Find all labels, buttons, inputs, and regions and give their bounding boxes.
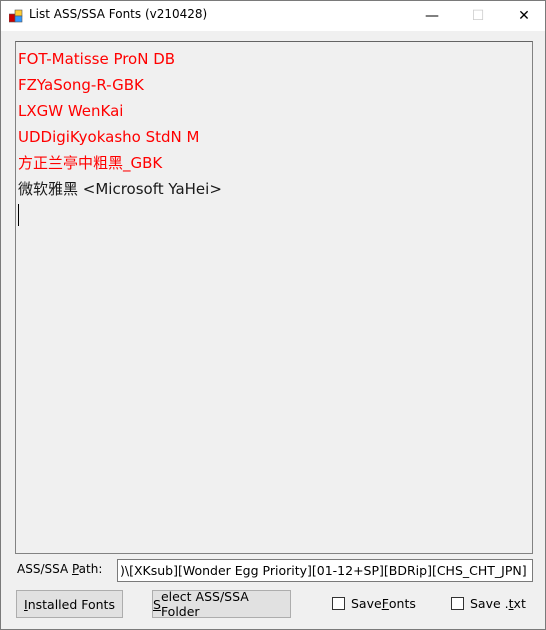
maximize-button[interactable]: ☐ <box>455 1 501 31</box>
checkbox-box[interactable] <box>332 597 345 610</box>
path-label: ASS/SSA Path: <box>17 562 103 576</box>
minimize-button[interactable]: — <box>409 1 455 31</box>
installed-fonts-button[interactable]: Installed Fonts <box>16 590 123 618</box>
font-list-item: 微软雅黑 <Microsoft YaHei> <box>18 180 222 198</box>
maximize-icon: ☐ <box>471 8 485 24</box>
font-list-item: FZYaSong-R-GBK <box>18 76 144 94</box>
close-icon: ✕ <box>518 8 530 24</box>
font-list-item: 方正兰亭中粗黑_GBK <box>18 154 163 172</box>
save-fonts-checkbox[interactable]: Save Fonts <box>332 596 416 611</box>
font-list-item: UDDigiKyokasho StdN M <box>18 128 200 146</box>
window-title: List ASS/SSA Fonts (v210428) <box>29 7 208 21</box>
title-bar: List ASS/SSA Fonts (v210428) — ☐ ✕ <box>1 1 545 31</box>
path-input[interactable]: )\[XKsub][Wonder Egg Priority][01-12+SP]… <box>117 559 533 582</box>
font-list-item: FOT-Matisse ProN DB <box>18 50 176 68</box>
minimize-icon: — <box>425 8 439 24</box>
close-button[interactable]: ✕ <box>501 1 546 31</box>
select-folder-button[interactable]: Select ASS/SSA Folder <box>152 589 291 619</box>
font-list-textarea[interactable]: FOT-Matisse ProN DB FZYaSong-R-GBK LXGW We… <box>15 41 533 554</box>
text-caret <box>18 204 19 226</box>
font-list-item: LXGW WenKai <box>18 102 124 120</box>
app-icon <box>9 9 23 23</box>
save-txt-checkbox[interactable]: Save . t xt <box>451 596 526 611</box>
checkbox-box[interactable] <box>451 597 464 610</box>
